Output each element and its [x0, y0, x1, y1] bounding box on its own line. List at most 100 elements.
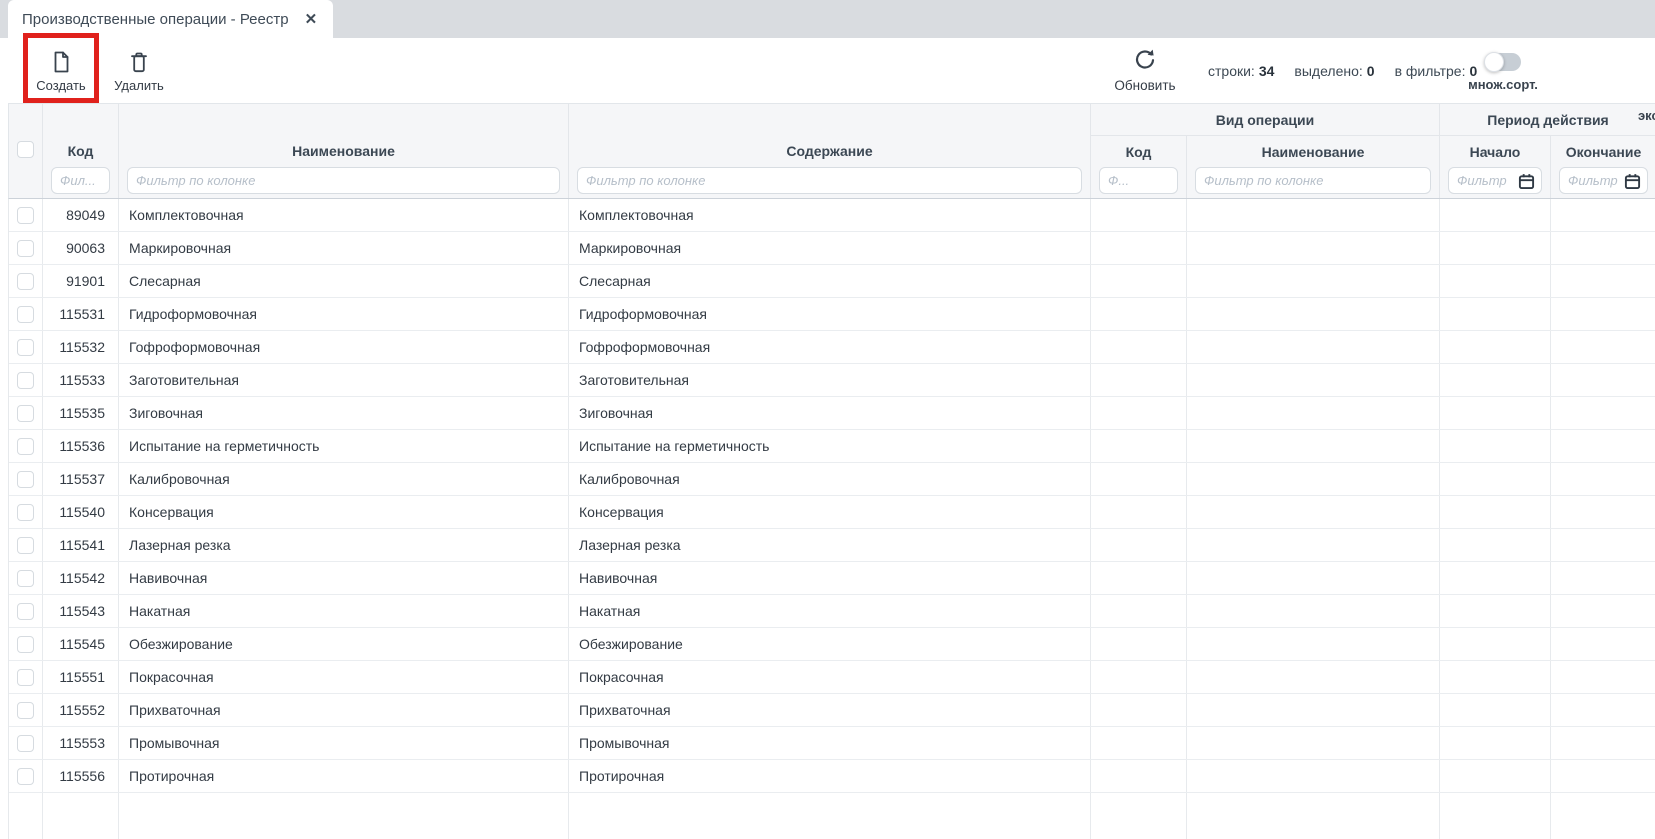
row-checkbox[interactable] — [17, 636, 34, 653]
row-checkbox[interactable] — [17, 438, 34, 455]
cell-content: Комплектовочная — [569, 199, 1091, 231]
cell-start — [1440, 430, 1551, 462]
table-row[interactable]: 115545ОбезжированиеОбезжирование — [9, 628, 1655, 661]
table-row[interactable]: 115553ПромывочнаяПромывочная — [9, 727, 1655, 760]
clipped-export-label[interactable]: экс — [1638, 108, 1655, 123]
filter-cell-op-code — [1091, 165, 1187, 198]
cell-start — [1440, 463, 1551, 495]
row-checkbox[interactable] — [17, 273, 34, 290]
cell-content: Гидроформовочная — [569, 298, 1091, 330]
cell-end — [1551, 595, 1655, 627]
cell-content: Калибровочная — [569, 463, 1091, 495]
cell-op-name — [1187, 793, 1440, 839]
table-row[interactable]: 115537КалибровочнаяКалибровочная — [9, 463, 1655, 496]
cell-start — [1440, 529, 1551, 561]
row-checkbox[interactable] — [17, 339, 34, 356]
cell-start — [1440, 595, 1551, 627]
table-row[interactable]: 115551ПокрасочнаяПокрасочная — [9, 661, 1655, 694]
cell-op-name — [1187, 232, 1440, 264]
cell-end — [1551, 727, 1655, 759]
group-header-validity-period: Период действия — [1440, 104, 1655, 136]
cell-name: Комплектовочная — [119, 199, 569, 231]
cell-name: Зиговочная — [119, 397, 569, 429]
column-header-code[interactable]: Код — [43, 104, 119, 165]
table-row[interactable]: 115531ГидроформовочнаяГидроформовочная — [9, 298, 1655, 331]
row-checkbox[interactable] — [17, 306, 34, 323]
cell-op-name — [1187, 661, 1440, 693]
row-checkbox[interactable] — [17, 735, 34, 752]
cell-code: 115531 — [43, 298, 119, 330]
cell-code: 115541 — [43, 529, 119, 561]
table-row[interactable]: 115533ЗаготовительнаяЗаготовительная — [9, 364, 1655, 397]
table-row[interactable]: 115542НавивочнаяНавивочная — [9, 562, 1655, 595]
cell-name: Лазерная резка — [119, 529, 569, 561]
calendar-icon[interactable] — [1518, 173, 1535, 195]
table-header: Код Наименование Содержание Вид операции… — [8, 103, 1655, 199]
column-header-content[interactable]: Содержание — [569, 104, 1091, 165]
row-checkbox[interactable] — [17, 372, 34, 389]
row-checkbox[interactable] — [17, 240, 34, 257]
cell-start — [1440, 298, 1551, 330]
table-row[interactable]: 115540КонсервацияКонсервация — [9, 496, 1655, 529]
cell-name: Промывочная — [119, 727, 569, 759]
cell-content: Промывочная — [569, 727, 1091, 759]
calendar-icon[interactable] — [1624, 173, 1641, 195]
row-checkbox-cell — [9, 694, 43, 726]
table-row[interactable]: 91901СлесарнаяСлесарная — [9, 265, 1655, 298]
row-checkbox[interactable] — [17, 405, 34, 422]
multisort-toggle[interactable] — [1485, 53, 1521, 71]
row-checkbox-cell — [9, 562, 43, 594]
filter-input-op-name[interactable] — [1195, 167, 1431, 194]
row-checkbox[interactable] — [17, 471, 34, 488]
cell-content: Навивочная — [569, 562, 1091, 594]
filter-input-op-code[interactable] — [1099, 167, 1178, 194]
tab-production-operations[interactable]: Производственные операции - Реестр ✕ — [8, 0, 333, 38]
filter-cell-name — [119, 165, 569, 198]
refresh-icon — [1133, 48, 1157, 75]
row-checkbox[interactable] — [17, 702, 34, 719]
table-row[interactable]: 115532ГофроформовочнаяГофроформовочная — [9, 331, 1655, 364]
column-header-op-name[interactable]: Наименование — [1187, 136, 1440, 165]
row-checkbox[interactable] — [17, 504, 34, 521]
row-checkbox[interactable] — [17, 207, 34, 224]
table-row[interactable]: 115543НакатнаяНакатная — [9, 595, 1655, 628]
cell-start — [1440, 727, 1551, 759]
row-checkbox[interactable] — [17, 537, 34, 554]
cell-name: Гофроформовочная — [119, 331, 569, 363]
group-header-operation-type: Вид операции — [1091, 104, 1440, 136]
multisort-label: множ.сорт. — [1468, 77, 1538, 92]
cell-content: Обезжирование — [569, 628, 1091, 660]
table-row[interactable]: 89049КомплектовочнаяКомплектовочная — [9, 199, 1655, 232]
refresh-button[interactable]: Обновить — [1105, 40, 1185, 100]
table-row[interactable]: 115556ПротирочнаяПротирочная — [9, 760, 1655, 793]
table-row[interactable]: 115536Испытание на герметичностьИспытани… — [9, 430, 1655, 463]
filter-input-code[interactable] — [51, 167, 110, 194]
filter-input-content[interactable] — [577, 167, 1082, 194]
column-header-name[interactable]: Наименование — [119, 104, 569, 165]
table-row[interactable]: 115541Лазерная резкаЛазерная резка — [9, 529, 1655, 562]
cell-end — [1551, 331, 1655, 363]
row-checkbox[interactable] — [17, 570, 34, 587]
row-checkbox[interactable] — [17, 669, 34, 686]
filter-input-name[interactable] — [127, 167, 560, 194]
row-checkbox-cell — [9, 727, 43, 759]
cell-op-code — [1091, 661, 1187, 693]
cell-code: 91901 — [43, 265, 119, 297]
row-checkbox[interactable] — [17, 768, 34, 785]
table-row[interactable]: 90063МаркировочнаяМаркировочная — [9, 232, 1655, 265]
row-checkbox-cell — [9, 463, 43, 495]
cell-code: 115556 — [43, 760, 119, 792]
cell-op-code — [1091, 397, 1187, 429]
cell-op-code — [1091, 331, 1187, 363]
cell-end — [1551, 793, 1655, 839]
column-header-start[interactable]: Начало — [1440, 136, 1551, 165]
tab-close-icon[interactable]: ✕ — [305, 10, 318, 28]
table-row[interactable]: 115552ПрихваточнаяПрихваточная — [9, 694, 1655, 727]
filter-cell-code — [43, 165, 119, 198]
select-all-checkbox[interactable] — [17, 141, 34, 158]
table-row[interactable]: 115535ЗиговочнаяЗиговочная — [9, 397, 1655, 430]
column-header-end[interactable]: Окончание — [1551, 136, 1655, 165]
column-header-op-code[interactable]: Код — [1091, 136, 1187, 165]
row-checkbox[interactable] — [17, 603, 34, 620]
cell-code: 90063 — [43, 232, 119, 264]
